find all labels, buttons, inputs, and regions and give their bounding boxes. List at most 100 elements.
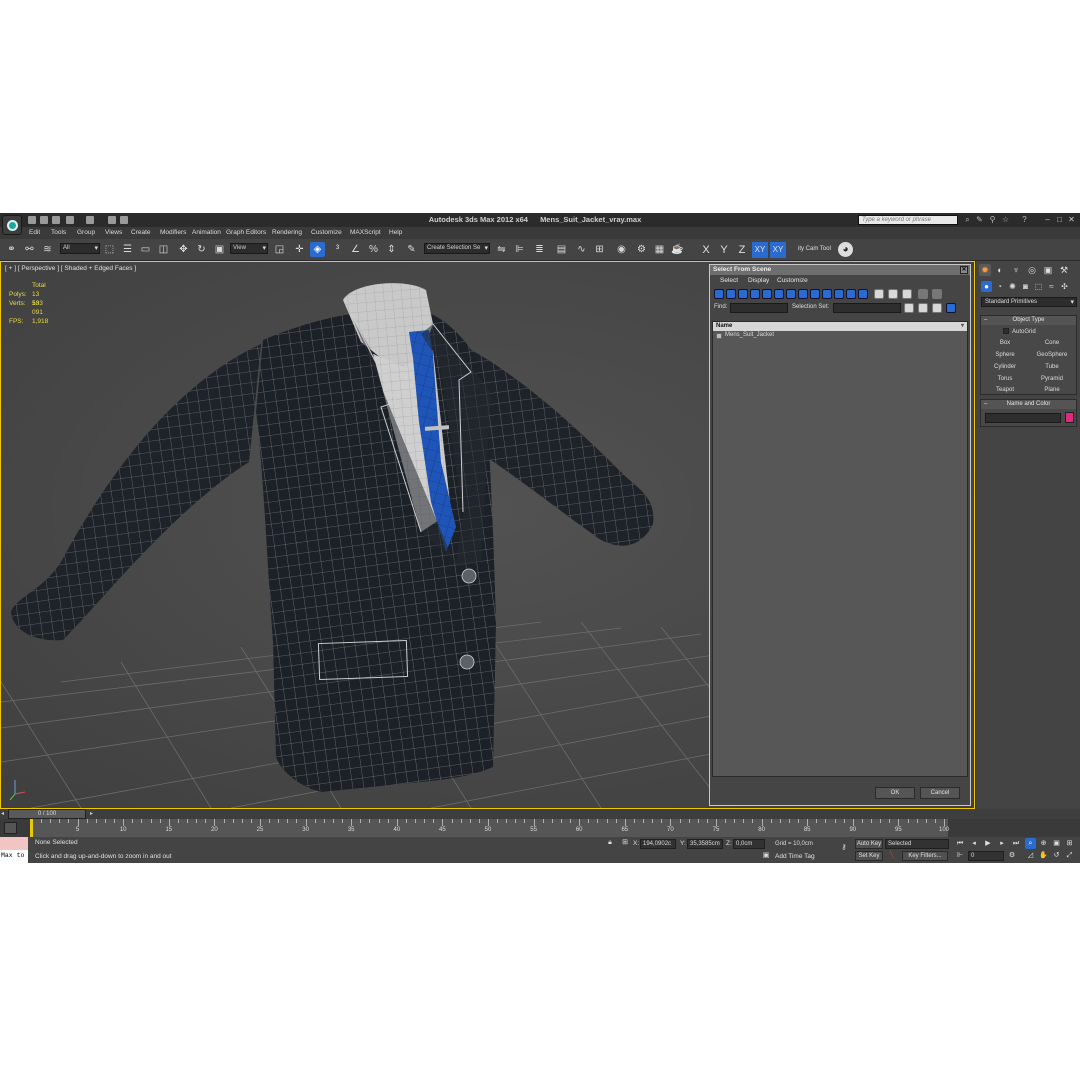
cone-button[interactable]: Cone: [1031, 338, 1073, 349]
set-key-icon[interactable]: ⚷: [836, 843, 852, 853]
minimize-icon[interactable]: –: [1043, 215, 1052, 224]
autogrid-checkbox[interactable]: AutoGrid: [1003, 328, 1036, 335]
scene-object-list[interactable]: Name Mens_Suit_Jacket: [712, 321, 968, 777]
select-dependents-icon[interactable]: [946, 303, 956, 313]
app-logo-icon[interactable]: [2, 215, 22, 235]
time-tag-icon[interactable]: ▣: [760, 851, 772, 861]
edit-named-selection-icon[interactable]: ✎: [404, 242, 419, 257]
display-frozen-icon[interactable]: [834, 289, 844, 299]
menu-tools[interactable]: Tools: [51, 229, 66, 236]
select-scale-icon[interactable]: ▣: [212, 242, 227, 257]
help-search-input[interactable]: Type a keyword or phrase: [858, 215, 958, 225]
helpers-icon[interactable]: ⬚: [1033, 281, 1044, 292]
display-groups-icon[interactable]: [786, 289, 796, 299]
dialog-menu-display[interactable]: Display: [748, 277, 769, 284]
lights-icon[interactable]: ✺: [1007, 281, 1018, 292]
axis-y-button[interactable]: Y: [716, 242, 732, 258]
mirror-icon[interactable]: ⇋: [494, 242, 509, 257]
display-lights-icon[interactable]: [738, 289, 748, 299]
systems-icon[interactable]: ✣: [1059, 281, 1070, 292]
name-and-color-rollout-header[interactable]: Name and Color: [981, 400, 1076, 409]
maximize-viewport-icon[interactable]: ⤢: [1064, 850, 1075, 861]
angle-snap-icon[interactable]: ∠: [348, 242, 363, 257]
select-none-icon[interactable]: [918, 303, 928, 313]
menu-edit[interactable]: Edit: [29, 229, 40, 236]
maxscript-output[interactable]: [0, 837, 28, 850]
select-move-icon[interactable]: ✥: [176, 242, 191, 257]
menu-maxscript[interactable]: MAXScript: [350, 229, 381, 236]
geometry-icon[interactable]: ●: [981, 281, 992, 292]
pivot-center-icon[interactable]: ◲: [272, 242, 287, 257]
auto-key-button[interactable]: Auto Key: [855, 839, 883, 849]
shapes-icon[interactable]: ◔: [994, 281, 1005, 292]
render-setup-icon[interactable]: ⚙: [634, 242, 649, 257]
torus-button[interactable]: Torus: [984, 374, 1026, 385]
box-button[interactable]: Box: [984, 338, 1026, 349]
axis-x-button[interactable]: X: [698, 242, 714, 258]
select-rotate-icon[interactable]: ↻: [194, 242, 209, 257]
play-icon[interactable]: ▶: [982, 839, 994, 849]
menu-help[interactable]: Help: [389, 229, 402, 236]
menu-modifiers[interactable]: Modifiers: [160, 229, 186, 236]
primitive-category-dropdown[interactable]: Standard Primitives: [981, 297, 1077, 307]
axis-xy-cycle-button[interactable]: XY: [770, 242, 786, 258]
hierarchy-tab-icon[interactable]: ♆: [1010, 264, 1022, 276]
time-configuration-icon[interactable]: ⚙: [1006, 851, 1018, 861]
ok-button[interactable]: OK: [875, 787, 915, 799]
display-shapes-icon[interactable]: [726, 289, 736, 299]
key-filter-icon[interactable]: ╲: [886, 851, 898, 861]
display-none-icon[interactable]: [874, 289, 884, 299]
graphite-ribbon-icon[interactable]: ▤: [554, 242, 569, 257]
cylinder-button[interactable]: Cylinder: [984, 362, 1026, 373]
zoom-icon[interactable]: ⌕: [1025, 838, 1036, 849]
menu-graph-editors[interactable]: Graph Editors: [226, 229, 266, 236]
add-time-tag-button[interactable]: Add Time Tag: [775, 853, 815, 860]
open-mini-curve-editor-icon[interactable]: [4, 822, 17, 834]
close-icon[interactable]: ✕: [1067, 215, 1076, 224]
select-all-icon[interactable]: [904, 303, 914, 313]
selection-filter-dropdown[interactable]: All: [60, 243, 100, 254]
dialog-title-bar[interactable]: Select From Scene ✕: [710, 265, 970, 275]
select-by-name-icon[interactable]: ☰: [120, 242, 135, 257]
display-space-warps-icon[interactable]: [774, 289, 784, 299]
named-selection-sets-dropdown[interactable]: Create Selection Se: [424, 243, 490, 254]
object-color-swatch[interactable]: [1065, 412, 1074, 423]
display-xrefs-icon[interactable]: [798, 289, 808, 299]
x-coordinate-field[interactable]: 194,0902c: [640, 839, 676, 849]
schematic-view-icon[interactable]: ⊞: [592, 242, 607, 257]
zoom-extents-all-icon[interactable]: ⊞: [1064, 838, 1075, 849]
invert-display-icon[interactable]: [888, 289, 898, 299]
name-column-header[interactable]: Name: [713, 322, 967, 331]
display-tab-icon[interactable]: ▣: [1042, 264, 1054, 276]
filter-options-icon[interactable]: [932, 289, 942, 299]
bind-space-warp-icon[interactable]: ≋: [40, 242, 55, 257]
go-to-start-icon[interactable]: ⏮: [954, 839, 966, 849]
teapot-button[interactable]: Teapot: [984, 385, 1026, 396]
maxscript-listener[interactable]: Max to: [0, 837, 28, 863]
keyboard-shortcut-override-icon[interactable]: ◈: [310, 242, 325, 257]
menu-customize[interactable]: Customize: [311, 229, 342, 236]
modify-tab-icon[interactable]: ◐: [994, 264, 1006, 276]
orbit-icon[interactable]: ↺: [1051, 850, 1062, 861]
display-cameras-icon[interactable]: [750, 289, 760, 299]
lock-selection-icon[interactable]: 🔒︎: [604, 838, 616, 848]
z-coordinate-field[interactable]: 0,0cm: [733, 839, 765, 849]
pyramid-button[interactable]: Pyramid: [1031, 374, 1073, 385]
maximize-icon[interactable]: □: [1055, 215, 1064, 224]
percent-snap-icon[interactable]: %: [366, 242, 381, 257]
link-icon[interactable]: ⚭: [4, 242, 19, 257]
space-warps-icon[interactable]: ≈: [1046, 281, 1057, 292]
key-mode-dropdown[interactable]: Selected: [885, 839, 949, 849]
cancel-button[interactable]: Cancel: [920, 787, 960, 799]
maxscript-input[interactable]: Max to: [0, 850, 28, 863]
key-mode-toggle-icon[interactable]: ⊩: [954, 851, 966, 861]
ball-icon[interactable]: ◕: [838, 242, 853, 257]
help-icon[interactable]: ?: [1020, 215, 1029, 224]
render-production-icon[interactable]: ☕: [670, 242, 685, 257]
list-item[interactable]: Mens_Suit_Jacket: [713, 331, 967, 341]
next-frame-icon[interactable]: ▸: [996, 839, 1008, 849]
display-hidden-icon[interactable]: [846, 289, 856, 299]
viewport-label[interactable]: [ + ] [ Perspective ] [ Shaded + Edged F…: [5, 265, 136, 272]
close-icon[interactable]: ✕: [960, 266, 968, 274]
cam-tool-label[interactable]: ity Cam Tool: [798, 246, 831, 252]
